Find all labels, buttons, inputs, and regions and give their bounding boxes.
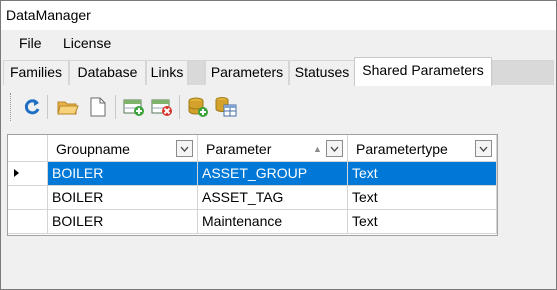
chevron-down-icon [180, 146, 189, 152]
cell-parameter[interactable]: ASSET_TAG [198, 186, 348, 210]
add-row-icon [123, 99, 144, 116]
app-window: DataManager File License Families Databa… [0, 0, 557, 290]
refresh-button[interactable] [19, 93, 45, 121]
toolbar-separator [115, 95, 116, 119]
row-header[interactable] [8, 210, 48, 234]
column-header-label: Parametertype [356, 141, 448, 157]
column-header-parameter[interactable]: Parameter ▲ [198, 135, 348, 162]
filter-dropdown-button[interactable] [176, 140, 193, 157]
tab-database[interactable]: Database [69, 60, 146, 85]
cell-parameter[interactable]: ASSET_GROUP [198, 162, 348, 186]
refresh-icon [24, 99, 40, 115]
new-button[interactable] [85, 93, 111, 121]
row-header[interactable] [8, 162, 48, 186]
column-header-label: Parameter [206, 141, 272, 157]
filter-dropdown-button[interactable] [475, 140, 492, 157]
sort-ascending-icon: ▲ [313, 144, 322, 154]
tab-strip: Families Database Links Parameters Statu… [1, 56, 556, 86]
cell-groupname[interactable]: BOILER [48, 210, 198, 234]
toolbar-separator [47, 95, 48, 119]
column-header-label: Groupname [56, 141, 130, 157]
table-row[interactable]: BOILER ASSET_TAG Text [8, 186, 497, 210]
chevron-down-icon [479, 146, 488, 152]
menu-license[interactable]: License [63, 35, 111, 51]
add-row-button[interactable] [121, 93, 147, 121]
tab-empty-area [492, 60, 554, 85]
tab-parameters[interactable]: Parameters [205, 60, 289, 85]
open-button[interactable] [55, 93, 81, 121]
delete-row-icon [151, 99, 172, 116]
menu-bar: File License [1, 30, 556, 56]
cell-groupname[interactable]: BOILER [48, 162, 198, 186]
tab-families[interactable]: Families [3, 60, 69, 85]
database-table-button[interactable] [213, 93, 239, 121]
table-row[interactable]: BOILER Maintenance Text [8, 210, 497, 234]
new-document-icon [90, 97, 106, 117]
tab-spacer [188, 60, 205, 85]
cell-groupname[interactable]: BOILER [48, 186, 198, 210]
title-bar: DataManager [1, 1, 556, 30]
tab-statuses[interactable]: Statuses [289, 60, 355, 85]
toolbar [1, 85, 556, 131]
menu-file[interactable]: File [19, 35, 42, 51]
chevron-down-icon [330, 146, 339, 152]
toolbar-grip[interactable] [10, 93, 13, 121]
grid-corner-header [8, 135, 48, 162]
cell-parametertype[interactable]: Text [348, 186, 497, 210]
open-folder-icon [57, 101, 79, 115]
tab-shared-parameters[interactable]: Shared Parameters [354, 57, 492, 86]
table-row[interactable]: BOILER ASSET_GROUP Text [8, 162, 497, 186]
row-header[interactable] [8, 186, 48, 210]
cell-parameter[interactable]: Maintenance [198, 210, 348, 234]
database-table-icon [215, 97, 237, 117]
column-header-groupname[interactable]: Groupname [48, 135, 198, 162]
cell-parametertype[interactable]: Text [348, 210, 497, 234]
cell-parametertype[interactable]: Text [348, 162, 497, 186]
tab-links[interactable]: Links [146, 60, 188, 85]
toolbar-separator [179, 95, 180, 119]
window-title: DataManager [6, 7, 91, 23]
delete-row-button[interactable] [149, 93, 175, 121]
column-header-parametertype[interactable]: Parametertype [348, 135, 497, 162]
filter-dropdown-button[interactable] [326, 140, 343, 157]
shared-parameters-grid[interactable]: Groupname Parameter ▲ Parametertype BOIL… [7, 134, 498, 236]
current-row-arrow-icon [14, 169, 19, 177]
add-database-button[interactable] [185, 93, 211, 121]
add-database-icon [188, 97, 208, 117]
